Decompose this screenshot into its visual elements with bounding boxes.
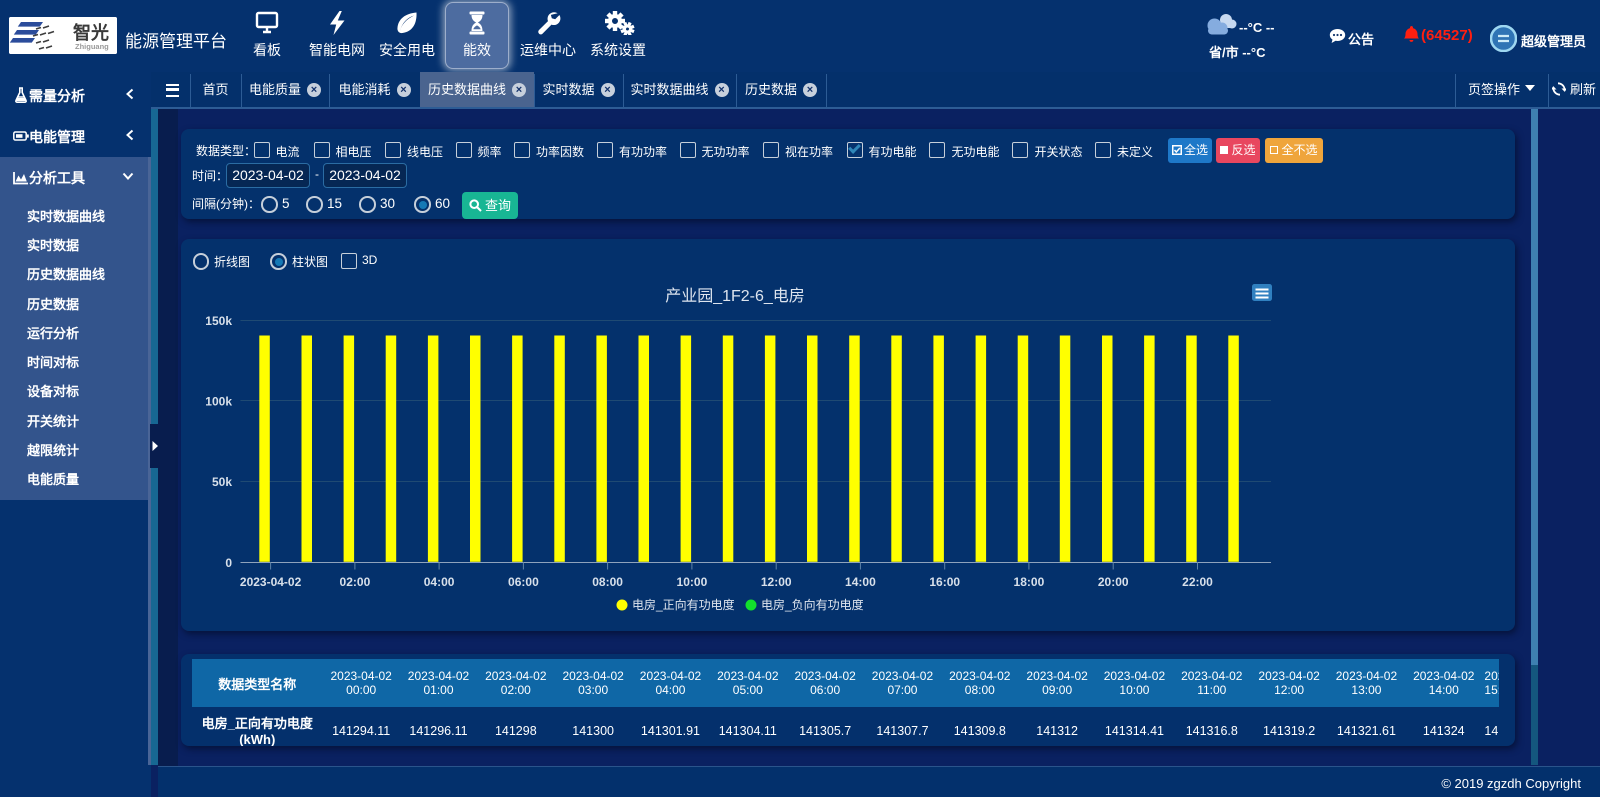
- svg-text:16:00: 16:00: [929, 575, 960, 589]
- svg-text:08:00: 08:00: [592, 575, 623, 589]
- svg-text:0: 0: [225, 556, 232, 570]
- svg-text:20:00: 20:00: [1098, 575, 1129, 589]
- svg-text:电房_负向有功电度: 电房_负向有功电度: [761, 597, 864, 612]
- svg-text:14:00: 14:00: [845, 575, 876, 589]
- svg-text:50k: 50k: [212, 475, 232, 489]
- svg-text:04:00: 04:00: [424, 575, 455, 589]
- svg-text:10:00: 10:00: [677, 575, 708, 589]
- svg-text:02:00: 02:00: [340, 575, 371, 589]
- svg-text:12:00: 12:00: [761, 575, 792, 589]
- svg-text:电房_正向有功电度: 电房_正向有功电度: [632, 597, 735, 612]
- svg-text:2023-04-02: 2023-04-02: [240, 575, 302, 589]
- svg-text:06:00: 06:00: [508, 575, 539, 589]
- svg-text:100k: 100k: [205, 394, 232, 408]
- svg-text:18:00: 18:00: [1014, 575, 1045, 589]
- svg-text:产业园_1F2-6_电房: 产业园_1F2-6_电房: [665, 287, 805, 305]
- svg-text:Zhiguang: Zhiguang: [75, 42, 109, 51]
- svg-text:智光: 智光: [73, 22, 109, 43]
- svg-text:22:00: 22:00: [1182, 575, 1213, 589]
- svg-text:150k: 150k: [205, 314, 232, 328]
